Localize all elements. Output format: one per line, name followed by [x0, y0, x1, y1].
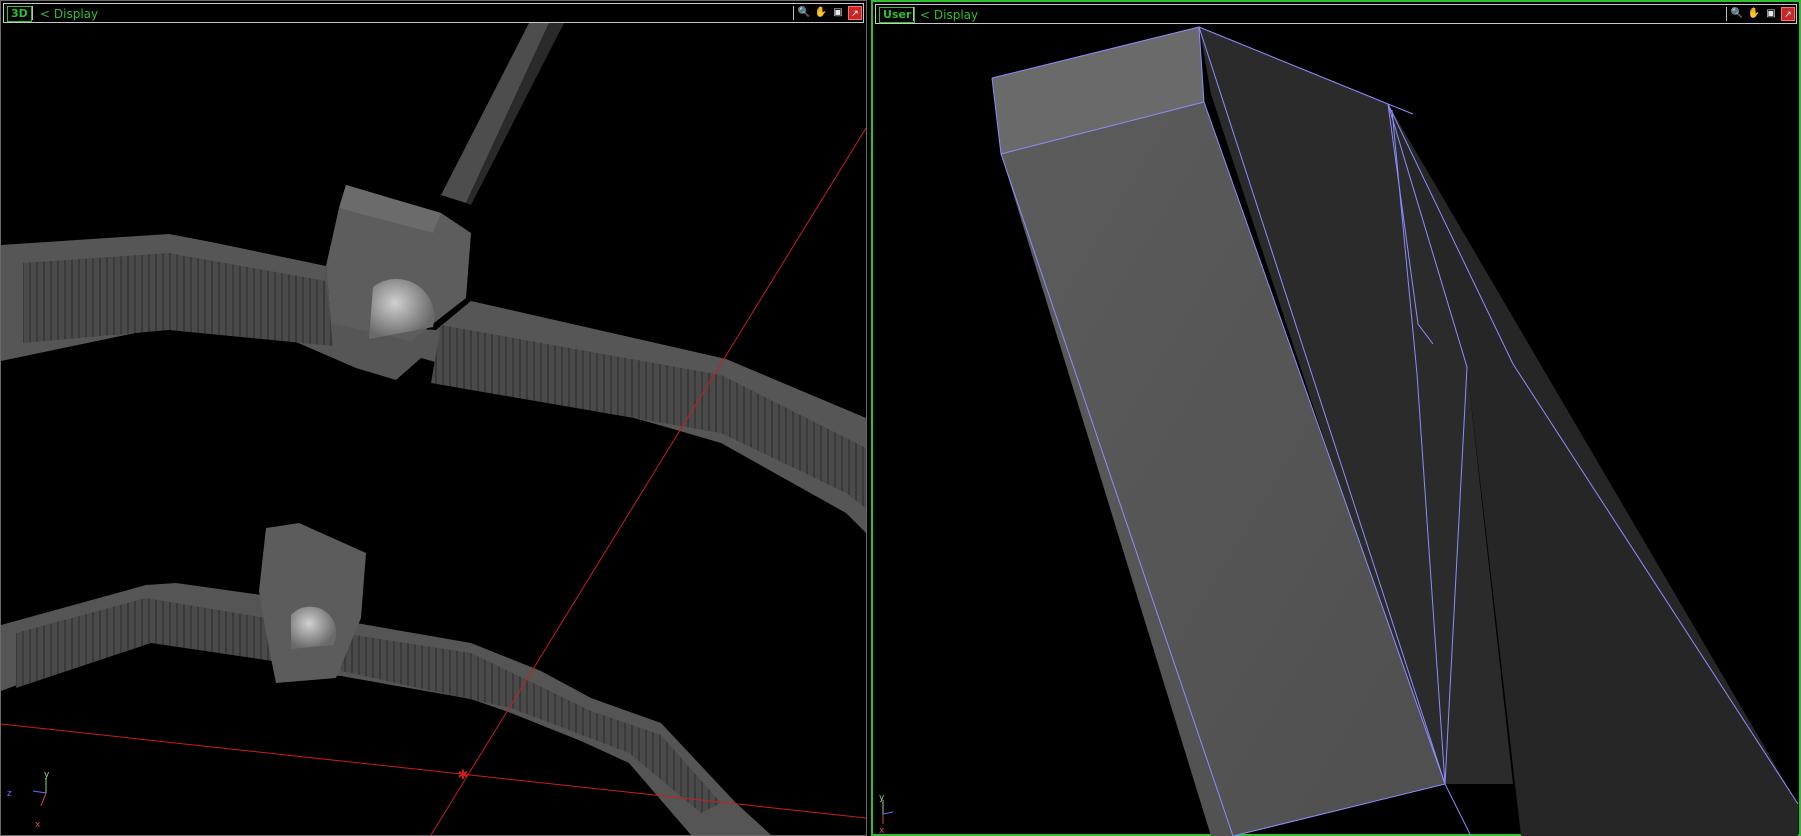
pan-icon[interactable]: ✋	[814, 6, 828, 20]
viewport-tools: 🔍 ✋ ▣ ↗	[793, 5, 862, 21]
viewport-3d-scene[interactable]: ✱ y z x	[1, 23, 866, 835]
viewport-header: 3D < Display 🔍 ✋ ▣ ↗	[3, 3, 864, 23]
left-viewport[interactable]: 3D < Display 🔍 ✋ ▣ ↗ ✱ y z x	[0, 0, 867, 836]
zoom-icon[interactable]: 🔍	[797, 6, 811, 20]
pan-icon[interactable]: ✋	[1747, 7, 1761, 21]
axis-tripod-icon	[882, 800, 894, 824]
right-viewport[interactable]: User < Display 🔍 ✋ ▣ ↗ y x	[871, 0, 1801, 836]
viewport-label[interactable]: User	[879, 7, 916, 23]
maximize-icon[interactable]: ▣	[1764, 7, 1778, 21]
axis-y-label: y	[44, 770, 50, 780]
viewport-header: User < Display 🔍 ✋ ▣ ↗	[875, 4, 1797, 24]
viewport-tools: 🔍 ✋ ▣ ↗	[1726, 6, 1795, 22]
header-divider	[32, 6, 33, 20]
viewport-label[interactable]: 3D	[7, 6, 32, 22]
header-divider	[793, 6, 794, 20]
axis-x-label: x	[35, 820, 41, 830]
axis-y-label: y	[879, 793, 885, 803]
close-icon[interactable]: ↗	[1781, 7, 1795, 21]
display-menu[interactable]: < Display	[920, 8, 978, 22]
axis-tripod-icon	[32, 778, 47, 807]
pivot-marker-icon[interactable]: ✱	[458, 768, 469, 783]
pole-shadow	[466, 23, 564, 205]
close-icon[interactable]: ↗	[848, 6, 862, 20]
maximize-icon[interactable]: ▣	[831, 6, 845, 20]
pole-shaft	[441, 23, 549, 203]
axis-z-label: z	[7, 789, 12, 799]
axis-x-label: x	[879, 826, 885, 836]
header-divider	[913, 7, 914, 21]
zoom-icon[interactable]: 🔍	[1730, 7, 1744, 21]
header-divider	[1726, 7, 1727, 21]
guide-line-horizontal	[1, 723, 866, 819]
viewport-user-scene[interactable]: y x	[873, 24, 1799, 836]
display-menu[interactable]: < Display	[40, 7, 98, 21]
